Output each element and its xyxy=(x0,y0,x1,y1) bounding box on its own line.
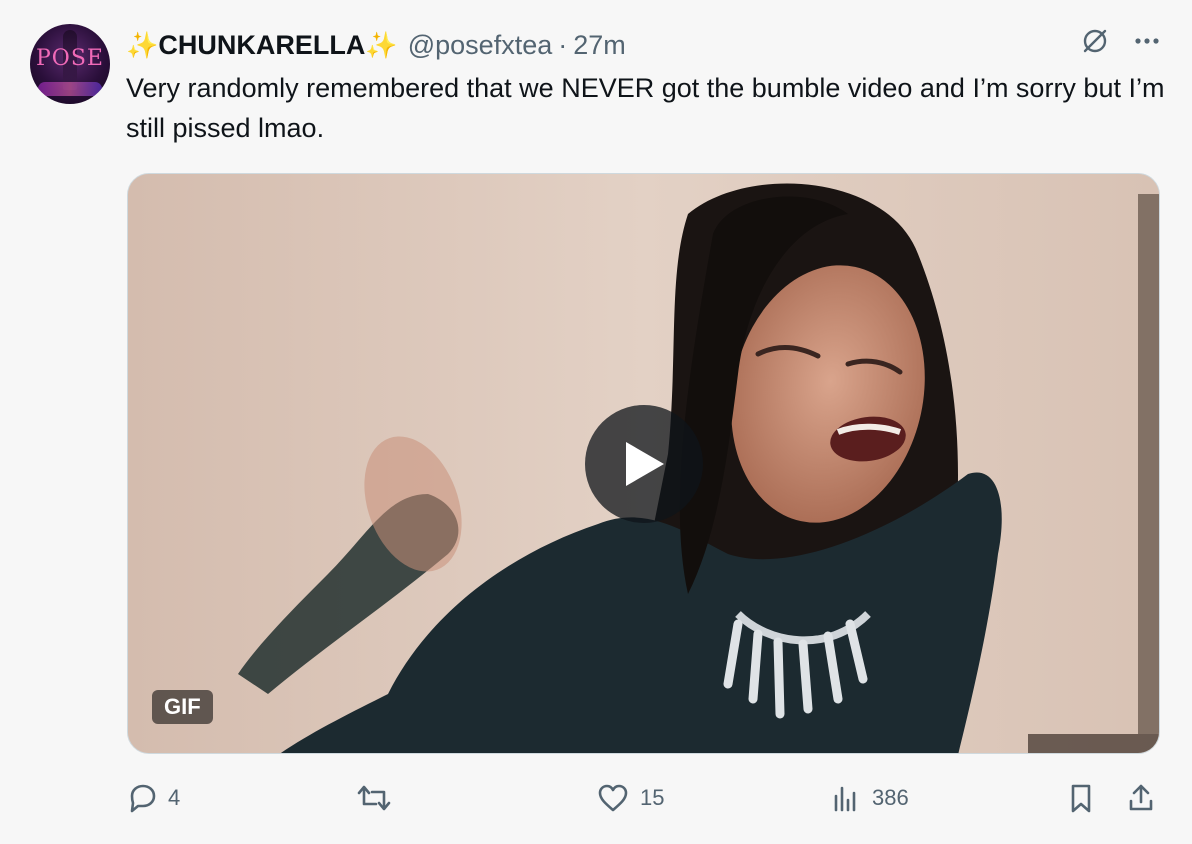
tweet-top-actions xyxy=(1080,26,1162,56)
avatar-text: POSE xyxy=(36,46,104,71)
separator-dot: · xyxy=(558,29,568,60)
display-name[interactable]: CHUNKARELLA xyxy=(158,30,365,61)
share-icon xyxy=(1129,784,1153,811)
repost-icon xyxy=(357,785,391,811)
avatar-glow xyxy=(38,82,102,96)
tweet-text: Very randomly remembered that we NEVER g… xyxy=(126,73,1165,143)
repost-button[interactable] xyxy=(356,782,402,814)
reply-icon xyxy=(130,784,156,813)
gif-badge: GIF xyxy=(152,690,213,724)
more-icon[interactable] xyxy=(1132,26,1162,56)
share-button[interactable] xyxy=(1126,782,1156,814)
tweet-header: ✨ CHUNKARELLA ✨ @posefxtea · 27m xyxy=(126,28,626,62)
timestamp[interactable]: 27m xyxy=(573,30,626,61)
grok-icon[interactable] xyxy=(1080,26,1110,56)
tweet-actions-bar: 4 15 386 xyxy=(126,782,1162,822)
tweet-card[interactable]: POSE ✨ CHUNKARELLA ✨ @posefxtea · 27m Ve… xyxy=(0,0,1192,844)
bookmark-button[interactable] xyxy=(1066,782,1096,814)
media-gif[interactable]: GIF xyxy=(127,173,1160,754)
reply-count: 4 xyxy=(168,785,181,810)
user-handle[interactable]: @posefxtea xyxy=(408,30,553,61)
reply-button[interactable]: 4 xyxy=(126,782,180,814)
like-count: 15 xyxy=(640,785,665,810)
sparkle-icon: ✨ xyxy=(126,30,159,60)
play-button[interactable] xyxy=(585,405,703,523)
play-icon xyxy=(626,442,664,486)
views-button[interactable]: 386 xyxy=(830,782,909,814)
like-button[interactable]: 15 xyxy=(596,782,664,814)
views-icon xyxy=(834,786,856,812)
heart-icon xyxy=(598,784,628,812)
view-count: 386 xyxy=(872,785,909,810)
avatar[interactable]: POSE xyxy=(30,24,110,104)
bookmark-icon xyxy=(1071,784,1091,813)
sparkle-icon: ✨ xyxy=(365,30,398,60)
